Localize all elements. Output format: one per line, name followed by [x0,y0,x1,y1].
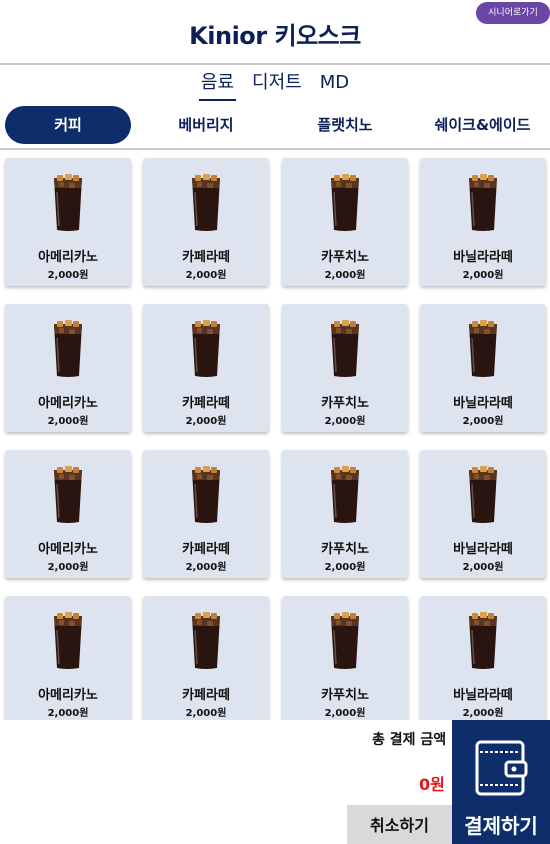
menu-item-price: 2,000원 [462,562,504,573]
pay-button-label: 결제하기 [464,814,538,838]
menu-item-name: 카페라떼 [182,542,230,557]
menu-item-price: 2,000원 [324,270,366,281]
top-tabs: 음료 디저트 MD [0,66,550,102]
menu-item-name: 바닐라라떼 [453,542,513,557]
menu-item-name: 카푸치노 [321,688,369,703]
menu-item-name: 카푸치노 [321,396,369,411]
menu-item-card[interactable]: 바닐라라떼 2,000원 [420,158,546,286]
menu-item-card[interactable]: 카페라떼 2,000원 [143,158,269,286]
header: Kinior 키오스크 시니어로가기 [0,0,550,65]
footer: 총 결제 금액 0원 취소하기 결제하기 [0,720,550,844]
menu-item-name: 아메리카노 [38,396,98,411]
pay-button[interactable]: 결제하기 [452,720,550,844]
menu-item-card[interactable]: 카푸치노 2,000원 [282,304,408,432]
menu-item-price: 2,000원 [324,708,366,719]
menu-item-card[interactable]: 카페라떼 2,000원 [143,304,269,432]
iced-coffee-icon [469,466,497,523]
page-title: Kinior 키오스크 [189,22,361,50]
iced-coffee-icon [331,174,359,231]
menu-item-card[interactable]: 카페라떼 2,000원 [143,450,269,578]
menu-item-name: 카페라떼 [182,688,230,703]
iced-coffee-icon [331,320,359,377]
tab-md[interactable]: MD [318,66,351,102]
iced-coffee-icon [54,612,82,669]
menu-item-price: 2,000원 [185,270,227,281]
menu-item-card[interactable]: 아메리카노 2,000원 [5,450,131,578]
menu-item-name: 바닐라라떼 [453,688,513,703]
menu-item-name: 바닐라라떼 [453,250,513,265]
menu-item-price: 2,000원 [47,270,89,281]
menu-item-card[interactable]: 아메리카노 2,000원 [5,596,131,720]
menu-item-price: 2,000원 [324,562,366,573]
iced-coffee-icon [54,174,82,231]
menu-item-price: 2,000원 [462,270,504,281]
menu-item-name: 아메리카노 [38,688,98,703]
wallet-icon [475,740,528,796]
menu-item-name: 카푸치노 [321,542,369,557]
menu-item-price: 2,000원 [47,416,89,427]
menu-item-price: 2,000원 [462,416,504,427]
senior-mode-button[interactable]: 시니어로가기 [476,2,550,24]
menu-item-name: 아메리카노 [38,542,98,557]
menu-item-name: 카페라떼 [182,250,230,265]
menu-item-price: 2,000원 [185,708,227,719]
iced-coffee-icon [192,174,220,231]
cancel-button[interactable]: 취소하기 [347,805,452,844]
iced-coffee-icon [331,466,359,523]
iced-coffee-icon [469,612,497,669]
menu-item-card[interactable]: 아메리카노 2,000원 [5,158,131,286]
menu-item-price: 2,000원 [185,416,227,427]
menu-item-card[interactable]: 카푸치노 2,000원 [282,158,408,286]
menu-item-card[interactable]: 바닐라라떼 2,000원 [420,450,546,578]
category-bar: 커피 베버리지 플랫치노 쉐이크&에이드 [0,104,550,150]
iced-coffee-icon [469,320,497,377]
menu-item-card[interactable]: 카페라떼 2,000원 [143,596,269,720]
menu-item-name: 카푸치노 [321,250,369,265]
total-label: 총 결제 금액 [372,732,447,748]
menu-item-name: 카페라떼 [182,396,230,411]
iced-coffee-icon [54,466,82,523]
category-flatccino[interactable]: 플랫치노 [281,106,409,144]
menu-item-price: 2,000원 [324,416,366,427]
menu-item-card[interactable]: 바닐라라떼 2,000원 [420,304,546,432]
menu-item-card[interactable]: 바닐라라떼 2,000원 [420,596,546,720]
iced-coffee-icon [192,320,220,377]
menu-item-name: 바닐라라떼 [453,396,513,411]
menu-grid: 아메리카노 2,000원 카페라떼 2,000원 카푸치노 2,000원 바닐라라떼 2,00… [0,151,550,720]
category-shake-ade[interactable]: 쉐이크&에이드 [415,106,550,144]
iced-coffee-icon [192,612,220,669]
menu-item-price: 2,000원 [462,708,504,719]
iced-coffee-icon [469,174,497,231]
category-beverage[interactable]: 베버리지 [142,106,270,144]
menu-item-name: 아메리카노 [38,250,98,265]
tab-dessert[interactable]: 디저트 [250,66,304,102]
iced-coffee-icon [54,320,82,377]
menu-item-price: 2,000원 [185,562,227,573]
iced-coffee-icon [192,466,220,523]
category-coffee[interactable]: 커피 [5,106,131,144]
tab-drinks[interactable]: 음료 [198,66,237,102]
menu-item-card[interactable]: 카푸치노 2,000원 [282,450,408,578]
menu-item-card[interactable]: 카푸치노 2,000원 [282,596,408,720]
iced-coffee-icon [331,612,359,669]
total-value: 0원 [419,775,445,794]
menu-item-price: 2,000원 [47,562,89,573]
menu-item-card[interactable]: 아메리카노 2,000원 [5,304,131,432]
menu-item-price: 2,000원 [47,708,89,719]
